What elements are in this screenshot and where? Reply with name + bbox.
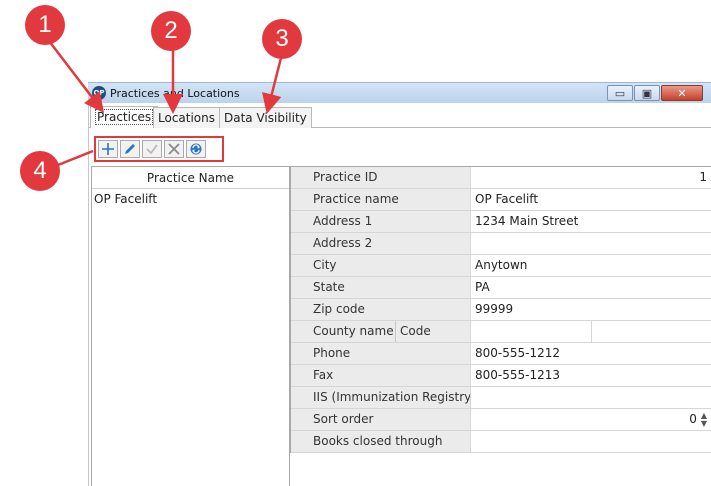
row-fax: Fax 800-555-1213	[291, 365, 711, 387]
tab-data-visibility-label: Data Visibility	[224, 111, 307, 125]
spinner-arrows-icon[interactable]: ▲ ▼	[701, 411, 707, 428]
row-address-1: Address 1 1234 Main Street	[291, 211, 711, 233]
zip-code-label: Zip code	[291, 299, 471, 320]
window-controls: ▭ ▣ ✕	[607, 85, 703, 101]
tab-locations-label: Locations	[158, 111, 216, 125]
county-fields	[471, 321, 711, 342]
row-county: County name Code	[291, 321, 711, 343]
callout-4: 4	[20, 151, 60, 191]
row-books-closed: Books closed through	[291, 431, 711, 453]
row-state: State PA	[291, 277, 711, 299]
address-1-field[interactable]: 1234 Main Street	[471, 211, 711, 232]
cancel-button[interactable]	[164, 140, 184, 158]
practice-name-field[interactable]: OP Facelift	[471, 189, 711, 210]
list-item[interactable]: OP Facelift	[92, 189, 289, 209]
cancel-x-icon	[168, 143, 180, 155]
address-1-label: Address 1	[291, 211, 471, 232]
iis-label: IIS (Immunization Registry)	[291, 387, 471, 408]
practice-list: Practice Name OP Facelift	[91, 166, 290, 486]
add-button[interactable]	[98, 140, 118, 158]
address-2-label: Address 2	[291, 233, 471, 254]
books-closed-field[interactable]	[471, 431, 711, 452]
save-button[interactable]	[142, 140, 162, 158]
iis-field[interactable]	[471, 387, 711, 408]
maximize-icon: ▣	[641, 86, 653, 100]
maximize-button[interactable]: ▣	[634, 85, 660, 101]
record-toolbar	[94, 136, 224, 162]
practice-id-label: Practice ID	[291, 167, 471, 188]
zip-code-field[interactable]: 99999	[471, 299, 711, 320]
practice-name-column-header[interactable]: Practice Name	[92, 167, 289, 189]
minimize-icon: ▭	[614, 86, 626, 100]
city-label: City	[291, 255, 471, 276]
fax-field[interactable]: 800-555-1213	[471, 365, 711, 386]
tab-practices-label: Practices	[95, 109, 154, 125]
save-check-icon	[146, 144, 158, 155]
tab-strip: Practices Locations Data Visibility	[89, 103, 711, 128]
add-icon	[102, 143, 114, 155]
county-labels: County name Code	[291, 321, 471, 342]
window-title: Practices and Locations	[110, 87, 240, 100]
state-label: State	[291, 277, 471, 298]
row-practice-name: Practice name OP Facelift	[291, 189, 711, 211]
callout-1: 1	[25, 5, 65, 45]
tab-practices[interactable]: Practices	[90, 106, 159, 128]
fax-label: Fax	[291, 365, 471, 386]
callout-3: 3	[262, 19, 302, 59]
row-address-2: Address 2	[291, 233, 711, 255]
county-label-divider	[395, 321, 396, 342]
practice-details-grid: Practice ID 1 Practice name OP Facelift …	[290, 166, 711, 453]
row-zip-code: Zip code 99999	[291, 299, 711, 321]
practice-name-label: Practice name	[291, 189, 471, 210]
row-phone: Phone 800-555-1212	[291, 343, 711, 365]
refresh-button[interactable]	[186, 140, 206, 158]
county-code-label: Code	[400, 324, 431, 338]
sort-order-value: 0	[689, 412, 697, 426]
row-city: City Anytown	[291, 255, 711, 277]
app-logo-icon: OP	[92, 86, 106, 100]
edit-button[interactable]	[120, 140, 140, 158]
tab-locations[interactable]: Locations	[153, 107, 221, 128]
tab-data-visibility[interactable]: Data Visibility	[219, 107, 312, 128]
close-icon: ✕	[677, 86, 687, 100]
row-iis: IIS (Immunization Registry)	[291, 387, 711, 409]
window-title-bar[interactable]: OP Practices and Locations ▭ ▣ ✕	[88, 82, 711, 103]
callout-2: 2	[151, 11, 191, 51]
books-closed-label: Books closed through	[291, 431, 471, 452]
edit-icon	[125, 144, 135, 154]
phone-field[interactable]: 800-555-1212	[471, 343, 711, 364]
row-sort-order: Sort order 0 ▲ ▼	[291, 409, 711, 431]
phone-label: Phone	[291, 343, 471, 364]
row-practice-id: Practice ID 1	[291, 167, 711, 189]
minimize-button[interactable]: ▭	[607, 85, 633, 101]
window-border	[88, 103, 89, 486]
close-button[interactable]: ✕	[661, 85, 703, 101]
refresh-icon	[190, 143, 202, 155]
city-field[interactable]: Anytown	[471, 255, 711, 276]
county-code-field[interactable]	[591, 321, 592, 342]
state-field[interactable]: PA	[471, 277, 711, 298]
practice-id-value: 1	[699, 170, 707, 184]
county-name-label: County name	[313, 324, 393, 338]
address-2-field[interactable]	[471, 233, 711, 254]
sort-order-label: Sort order	[291, 409, 471, 430]
sort-order-stepper[interactable]: 0 ▲ ▼	[471, 409, 711, 430]
